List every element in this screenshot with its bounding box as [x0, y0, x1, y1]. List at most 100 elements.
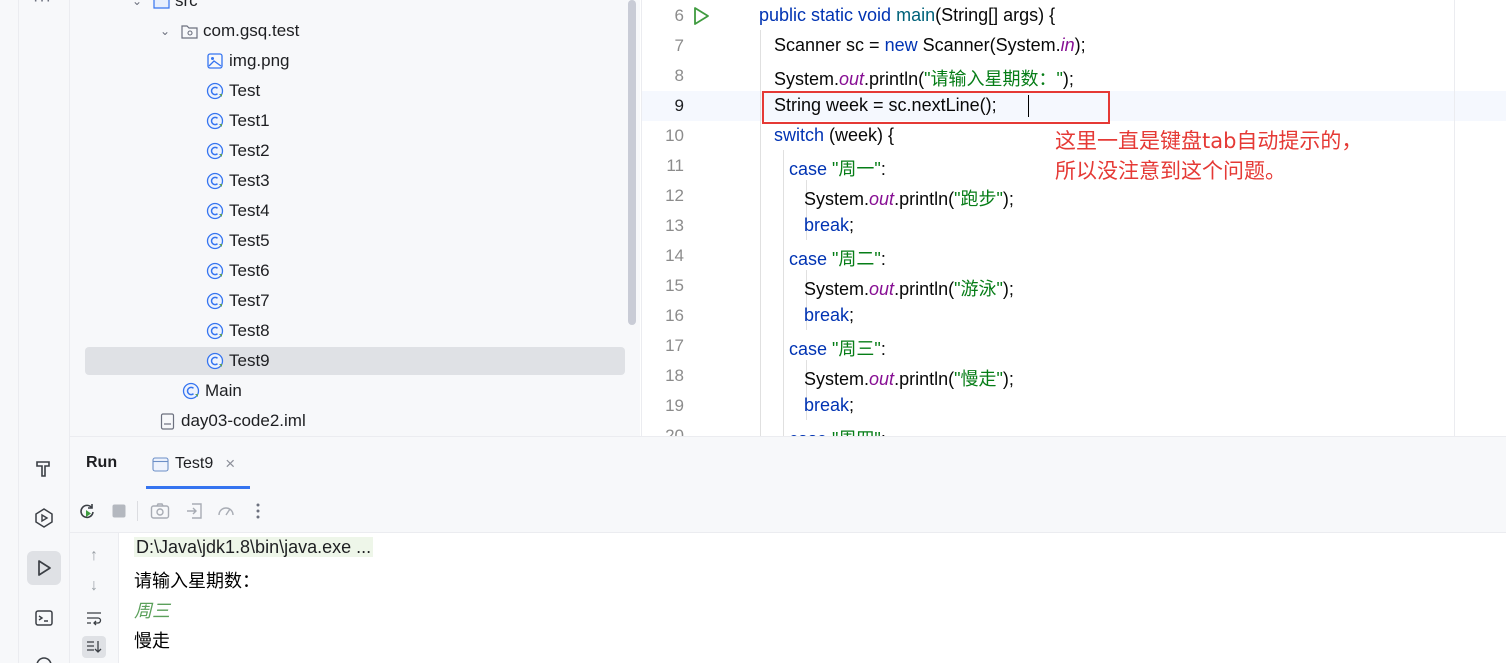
java-class-icon: [206, 82, 224, 100]
java-class-icon: [206, 202, 224, 220]
tree-item-class[interactable]: Test1: [206, 107, 270, 135]
tree-item-class[interactable]: Test2: [206, 137, 270, 165]
tree-item-label: Test2: [229, 141, 270, 160]
code-token: break: [759, 215, 850, 235]
tree-item-label: Test4: [229, 201, 270, 220]
code-token: break: [759, 395, 850, 415]
run-config-tab[interactable]: Test9 ×: [152, 447, 235, 481]
line-number: 10: [665, 126, 684, 145]
code-token: );: [1002, 279, 1014, 299]
code-line: break;: [759, 305, 854, 326]
line-number: 6: [674, 6, 684, 25]
console-prompt-line: 请输入星期数：: [134, 571, 260, 591]
code-line: break;: [759, 395, 854, 416]
tree-item-class-selected[interactable]: Test9: [85, 347, 625, 375]
tree-scrollbar[interactable]: [628, 0, 636, 325]
chevron-down-icon[interactable]: ⌄: [130, 0, 144, 8]
line-number: 13: [665, 216, 684, 235]
code-token: in: [1060, 35, 1075, 55]
run-tab-label: Test9: [175, 455, 214, 472]
tree-item-class[interactable]: Test7: [206, 287, 270, 315]
tree-item-class[interactable]: Main: [182, 377, 242, 405]
code-token: out: [869, 279, 895, 299]
tree-item-class[interactable]: Test4: [206, 197, 270, 225]
soft-wrap-icon[interactable]: [82, 607, 106, 629]
code-line: break;: [759, 215, 854, 236]
console-tab-icon: [152, 456, 169, 472]
problems-icon[interactable]: [27, 648, 61, 663]
more-dots-icon[interactable]: ···: [33, 0, 52, 10]
tree-item-src[interactable]: ⌄ src: [130, 0, 198, 15]
line-number: 18: [665, 366, 684, 385]
code-token: System.: [759, 279, 870, 299]
line-number: 11: [666, 156, 684, 175]
code-token: out: [839, 69, 865, 89]
code-token: case: [759, 159, 833, 179]
code-token: Scanner(System.: [922, 35, 1061, 55]
run-panel: Run Test9 × ↑ ↓ D:\Java\jdk1.8\bin\java.…: [70, 436, 1506, 663]
code-token: :: [880, 249, 886, 269]
run-tool-icon[interactable]: [27, 551, 61, 585]
tree-item-img[interactable]: img.png: [206, 47, 289, 75]
project-tree: ⌄ src ⌄ com.gsq.test img.png Test Test1 …: [70, 0, 640, 436]
tree-item-label: day03-code2.iml: [181, 411, 306, 430]
tree-item-class[interactable]: Test3: [206, 167, 270, 195]
code-editor[interactable]: 6 7 8 9 10 11 12 13 14 15 16 17 18 19 20…: [641, 0, 1506, 436]
rerun-icon[interactable]: [77, 501, 97, 521]
services-icon[interactable]: [27, 501, 61, 535]
java-class-icon: [206, 112, 224, 130]
stop-icon[interactable]: [109, 501, 129, 521]
run-gutter-icon[interactable]: [692, 6, 710, 26]
code-token: );: [1002, 189, 1014, 209]
scroll-to-end-icon[interactable]: [82, 636, 106, 658]
camera-icon[interactable]: [150, 501, 170, 521]
code-token: .println(: [894, 279, 955, 299]
java-class-icon: [206, 232, 224, 250]
more-vertical-icon[interactable]: [248, 501, 268, 521]
code-token: "周三": [832, 339, 881, 359]
chevron-down-icon[interactable]: ⌄: [158, 24, 172, 38]
line-number: 16: [665, 306, 684, 325]
package-icon: [180, 22, 198, 40]
code-token: System.: [759, 69, 840, 89]
tree-item-class[interactable]: Test8: [206, 317, 270, 345]
code-token: out: [869, 369, 895, 389]
right-margin-guide: [1454, 0, 1455, 436]
code-token: .println(: [894, 189, 955, 209]
console-command-line: D:\Java\jdk1.8\bin\java.exe ...: [134, 537, 374, 557]
code-line: System.out.println("游泳");: [759, 275, 1014, 301]
image-file-icon: [206, 52, 224, 70]
tree-item-module-file[interactable]: day03-code2.iml: [158, 407, 306, 435]
code-token: :: [880, 159, 886, 179]
code-token: System.: [759, 189, 870, 209]
code-token: public static void: [759, 5, 897, 25]
profiler-gauge-icon[interactable]: [216, 501, 236, 521]
arrow-down-icon[interactable]: ↓: [82, 575, 106, 597]
line-number: 15: [665, 276, 684, 295]
code-token: "慢走": [954, 369, 1003, 389]
source-folder-icon: [152, 0, 170, 10]
terminal-icon[interactable]: [27, 601, 61, 635]
code-line: switch (week) {: [759, 125, 894, 146]
build-hammer-icon[interactable]: [27, 452, 61, 486]
module-file-icon: [158, 412, 176, 430]
arrow-up-icon[interactable]: ↑: [82, 545, 106, 567]
tree-item-class[interactable]: Test5: [206, 227, 270, 255]
code-line: System.out.println("跑步");: [759, 185, 1014, 211]
code-token: out: [869, 189, 895, 209]
tree-item-class[interactable]: Test: [206, 77, 260, 105]
exit-icon[interactable]: [184, 501, 204, 521]
code-token: (week) {: [829, 125, 895, 145]
left-edge-strip: [0, 0, 19, 663]
console-output[interactable]: D:\Java\jdk1.8\bin\java.exe ... 请输入星期数： …: [119, 533, 1506, 663]
close-icon[interactable]: ×: [225, 454, 235, 474]
code-line: System.out.println("慢走");: [759, 365, 1014, 391]
tree-item-class[interactable]: Test6: [206, 257, 270, 285]
run-panel-title: Run: [86, 454, 118, 471]
java-class-icon: [206, 262, 224, 280]
annotation-text-line2: 所以没注意到这个问题。: [1055, 159, 1286, 183]
code-token: switch: [759, 125, 830, 145]
java-class-icon: [206, 322, 224, 340]
tree-item-package[interactable]: ⌄ com.gsq.test: [158, 17, 299, 45]
line-number: 20: [665, 426, 684, 436]
